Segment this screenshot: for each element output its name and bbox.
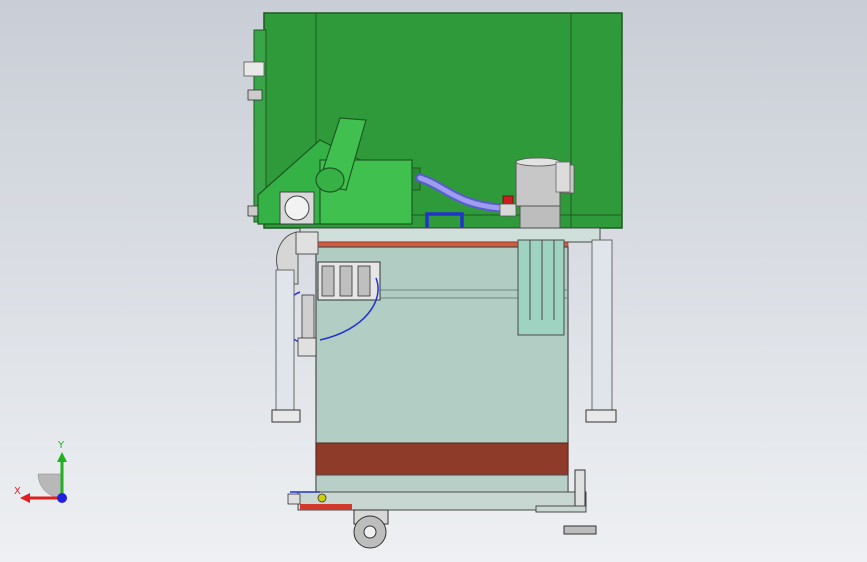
left-support-leg (271, 269, 301, 423)
axis-triad: X Y (14, 440, 84, 510)
sludge-layer (315, 442, 569, 476)
baffle-cylinders (517, 239, 565, 336)
graphics-viewport[interactable]: X Y (0, 0, 867, 562)
y-axis-label: Y (58, 440, 65, 451)
z-axis-dot (57, 493, 67, 503)
caster-wheel (353, 509, 389, 549)
hinge-top (247, 89, 263, 101)
latch-plate (243, 61, 265, 77)
air-regulator[interactable] (317, 261, 381, 301)
x-axis-label: X (14, 486, 21, 497)
right-support-leg (585, 239, 617, 423)
3d-model-view[interactable] (0, 0, 867, 562)
